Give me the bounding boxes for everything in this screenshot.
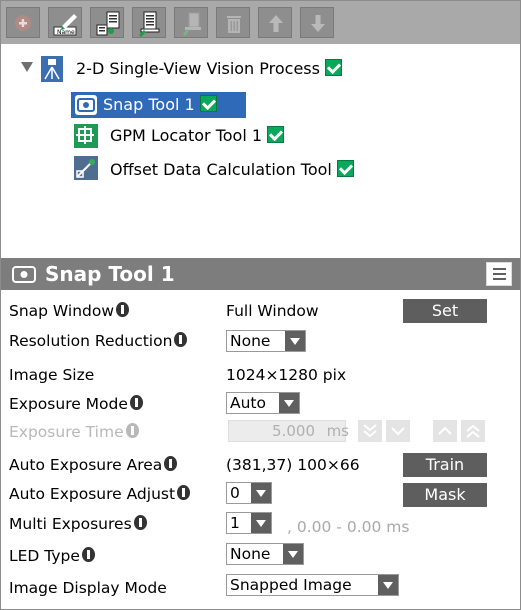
image-display-mode-label: Image Display Mode: [9, 579, 167, 597]
double-chevron-down-icon: [363, 424, 377, 438]
delete-button[interactable]: [216, 7, 250, 38]
increment-fast-button[interactable]: [461, 420, 485, 442]
menu-icon: [493, 268, 506, 270]
rename-icon: Name: [53, 14, 77, 36]
info-icon[interactable]: [164, 456, 178, 471]
exposure-mode-label: Exposure Mode: [9, 394, 143, 414]
tree-root[interactable]: 2-D Single-View Vision Process: [76, 58, 342, 80]
rename-button[interactable]: Name: [48, 7, 82, 38]
info-icon[interactable]: [125, 423, 139, 438]
led-type-select[interactable]: None: [226, 543, 304, 565]
add-button[interactable]: [6, 7, 40, 38]
offset-calc-icon: [74, 156, 98, 180]
rename-icon-label: Name: [57, 29, 75, 36]
tree-item-label: Snap Tool 1: [103, 95, 195, 114]
paste-button[interactable]: [174, 7, 208, 38]
add-list-icon: [96, 11, 120, 36]
add-list-button[interactable]: [90, 7, 124, 38]
info-icon[interactable]: [129, 395, 143, 410]
chevron-down-icon: [285, 331, 305, 351]
collapse-triangle-icon[interactable]: [21, 62, 33, 72]
chevron-down-icon: [283, 544, 303, 564]
increment-button[interactable]: [433, 420, 457, 442]
decrement-fast-button[interactable]: [358, 420, 382, 442]
info-icon[interactable]: [133, 515, 147, 530]
auto-exposure-adjust-label: Auto Exposure Adjust: [9, 484, 191, 504]
root-check-icon: [324, 59, 342, 76]
tree-item-label: GPM Locator Tool 1: [110, 126, 263, 145]
edit-list-button[interactable]: [132, 7, 166, 38]
chevron-down-icon: [251, 513, 271, 533]
exposure-time-label: Exposure Time: [9, 422, 139, 442]
led-type-label: LED Type: [9, 546, 95, 566]
auto-exposure-area-label: Auto Exposure Area: [9, 455, 178, 475]
tree-item-gpm-locator[interactable]: GPM Locator Tool 1: [110, 125, 285, 147]
snap-window-value: Full Window: [226, 302, 319, 320]
double-chevron-up-icon: [466, 424, 480, 438]
chevron-down-icon: [251, 483, 271, 503]
multi-exposures-select[interactable]: 1: [226, 512, 272, 534]
move-down-button[interactable]: [300, 7, 334, 38]
tree-root-label: 2-D Single-View Vision Process: [76, 59, 320, 78]
panel-header: Snap Tool 1: [1, 258, 520, 290]
resolution-reduction-select[interactable]: None: [226, 330, 306, 352]
offset-check-icon: [336, 160, 354, 177]
resolution-reduction-label: Resolution Reduction: [9, 331, 188, 351]
vision-process-icon: [40, 56, 64, 82]
info-icon[interactable]: [81, 547, 95, 562]
arrow-down-icon: [311, 15, 325, 32]
arrow-up-icon: [269, 15, 283, 32]
info-icon[interactable]: [177, 485, 191, 500]
exposure-mode-select[interactable]: Auto: [226, 392, 300, 414]
add-plus-icon: [15, 15, 31, 31]
camera-icon: [12, 266, 36, 283]
locator-icon: [74, 124, 98, 148]
toolbar: Name: [1, 1, 520, 44]
edit-list-icon: [138, 11, 160, 38]
multi-exposures-label: Multi Exposures: [9, 514, 147, 534]
chevron-down-icon: [279, 393, 299, 413]
snap-window-label: Snap Window: [9, 301, 130, 321]
mask-button[interactable]: Mask: [403, 483, 487, 507]
multi-exposures-range: , 0.00 - 0.00 ms: [287, 518, 410, 536]
image-size-value: 1024×1280 pix: [226, 366, 347, 384]
panel-title: Snap Tool 1: [45, 262, 175, 286]
auto-exposure-area-value: (381,37) 100×66: [226, 456, 360, 474]
info-icon[interactable]: [116, 302, 130, 317]
train-button[interactable]: Train: [403, 453, 487, 477]
set-button[interactable]: Set: [403, 299, 487, 323]
snap-check-icon: [199, 95, 217, 112]
delete-icon: [227, 16, 241, 33]
chevron-down-icon: [391, 427, 405, 436]
decrement-button[interactable]: [386, 420, 410, 442]
chevron-down-icon: [378, 575, 398, 595]
tree-item-label: Offset Data Calculation Tool: [110, 160, 332, 179]
tree-item-snap-tool[interactable]: Snap Tool 1: [103, 94, 217, 116]
camera-icon: [74, 93, 98, 117]
move-up-button[interactable]: [258, 7, 292, 38]
gpm-check-icon: [267, 126, 285, 143]
panel-menu-button[interactable]: [486, 262, 512, 286]
chevron-up-icon: [438, 426, 452, 435]
exposure-time-input[interactable]: 5.000 ms: [228, 420, 349, 442]
paste-icon: [182, 12, 201, 36]
image-display-mode-select[interactable]: Snapped Image: [226, 574, 399, 596]
auto-exposure-adjust-select[interactable]: 0: [226, 482, 272, 504]
image-size-label: Image Size: [9, 366, 95, 384]
tree-item-offset-calc[interactable]: Offset Data Calculation Tool: [110, 159, 354, 181]
info-icon[interactable]: [174, 332, 188, 347]
